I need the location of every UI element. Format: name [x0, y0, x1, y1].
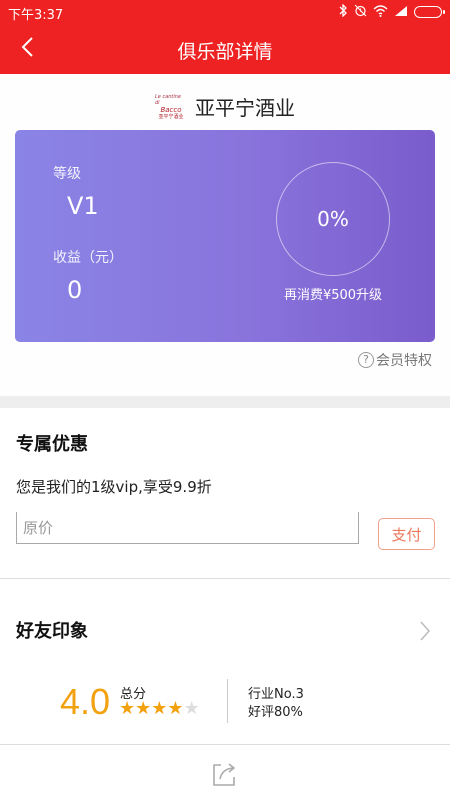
- club-header: Le cantine di Bacco 亚平宁酒业 亚平宁酒业 等级 V1 收益…: [0, 74, 450, 396]
- level-label: 等级: [53, 166, 81, 182]
- member-privilege-link[interactable]: ? 会员特权: [358, 350, 432, 370]
- brand-row: Le cantine di Bacco 亚平宁酒业 亚平宁酒业: [0, 92, 450, 121]
- good-rate: 好评80%: [248, 705, 303, 720]
- member-privilege-label: 会员特权: [376, 353, 432, 369]
- star-filled-icon: ★: [167, 698, 184, 719]
- impression-title: 好友印象: [16, 621, 88, 642]
- upgrade-hint: 再消费¥500升级: [283, 288, 383, 303]
- share-icon[interactable]: [209, 759, 239, 789]
- income-value: 0: [67, 276, 83, 304]
- progress-text: 0%: [317, 207, 349, 231]
- section-gap: [0, 396, 450, 408]
- star-empty-icon: ★: [183, 698, 200, 719]
- rating-score: 4.0: [60, 681, 111, 722]
- pay-button[interactable]: 支付: [378, 518, 435, 550]
- chevron-right-icon[interactable]: [420, 621, 431, 645]
- alarm-icon: [354, 4, 367, 20]
- question-circle-icon: ?: [358, 352, 374, 368]
- nav-bar: 俱乐部详情: [0, 24, 450, 74]
- battery-icon: [414, 6, 445, 18]
- level-value: V1: [67, 192, 99, 220]
- industry-rank: 行业No.3: [248, 687, 304, 702]
- member-card: 等级 V1 收益（元） 0 0% 再消费¥500升级: [15, 130, 435, 342]
- bluetooth-icon: [338, 3, 348, 20]
- friend-impression-section[interactable]: 好友印象 4.0 总分 ★ ★ ★ ★ ★ 行业No.3 好评80%: [0, 579, 450, 744]
- club-name: 亚平宁酒业: [195, 96, 295, 120]
- original-price-input[interactable]: [16, 512, 359, 544]
- signal-icon: [394, 5, 408, 19]
- star-filled-icon: ★: [135, 698, 152, 719]
- discount-description: 您是我们的1级vip,享受9.9折: [16, 478, 212, 496]
- discount-title: 专属优惠: [16, 434, 88, 455]
- page-title: 俱乐部详情: [177, 42, 273, 63]
- bottom-bar: [0, 745, 450, 800]
- rating-summary: 4.0 总分 ★ ★ ★ ★ ★ 行业No.3 好评80%: [60, 677, 390, 725]
- discount-section: 专属优惠 您是我们的1级vip,享受9.9折 支付: [0, 408, 450, 578]
- status-bar: 下午3:37: [0, 0, 450, 24]
- star-rating: ★ ★ ★ ★ ★: [119, 699, 200, 719]
- status-time: 下午3:37: [8, 8, 64, 23]
- star-filled-icon: ★: [151, 698, 168, 719]
- wifi-icon: [373, 4, 388, 20]
- status-icons: [338, 3, 445, 20]
- brand-logo: Le cantine di Bacco 亚平宁酒业: [155, 93, 184, 120]
- upgrade-progress-ring: 0%: [276, 162, 390, 276]
- income-label: 收益（元）: [53, 250, 123, 266]
- star-filled-icon: ★: [119, 698, 136, 719]
- vertical-divider: [227, 679, 228, 723]
